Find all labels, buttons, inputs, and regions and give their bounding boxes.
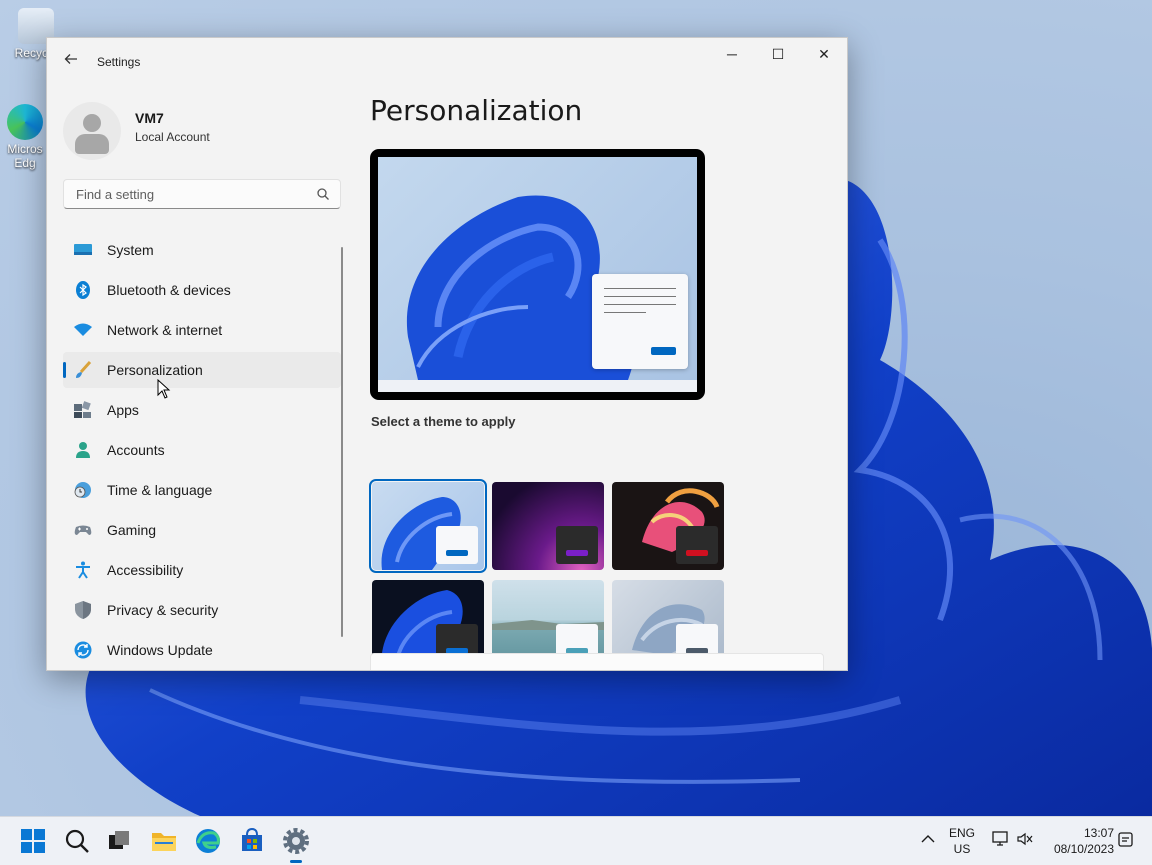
network-icon	[992, 831, 1008, 846]
shield-icon	[75, 601, 91, 619]
sidebar-item-label: Accounts	[107, 442, 165, 458]
search-icon	[65, 829, 89, 853]
sidebar-item-label: Time & language	[107, 482, 213, 498]
sidebar-item-label: Privacy & security	[107, 602, 219, 618]
preview-taskbar	[378, 380, 697, 392]
store-button[interactable]	[236, 825, 268, 857]
sidebar-item-label: Gaming	[107, 522, 157, 538]
apps-icon	[74, 401, 91, 418]
update-icon	[74, 641, 92, 659]
brush-icon	[76, 361, 92, 378]
settings-card[interactable]	[370, 653, 824, 670]
theme-glow[interactable]	[492, 482, 604, 570]
mouse-cursor-icon	[157, 379, 171, 399]
accessibility-icon	[76, 561, 90, 579]
language-indicator[interactable]: ENG US	[944, 825, 980, 857]
profile-name: VM7	[135, 110, 164, 126]
profile-account-type: Local Account	[135, 130, 210, 144]
store-icon	[242, 827, 262, 851]
keyboard-region: US	[953, 842, 971, 856]
search-icon	[317, 188, 329, 200]
notification-icon	[1118, 832, 1133, 847]
sidebar-item-system[interactable]: System	[63, 232, 341, 268]
sidebar-scrollbar[interactable]	[341, 247, 343, 637]
sidebar-item-time-language[interactable]: Time & language	[63, 472, 341, 508]
sidebar-item-bluetooth[interactable]: Bluetooth & devices	[63, 272, 341, 308]
desktop-icon-label: Micros Edg	[7, 142, 43, 170]
edge-icon	[196, 829, 220, 853]
sidebar-item-privacy[interactable]: Privacy & security	[63, 592, 341, 628]
settings-taskbar-button[interactable]	[280, 825, 312, 863]
sidebar-item-label: System	[107, 242, 154, 258]
close-button[interactable]: ✕	[801, 38, 847, 70]
theme-captured-motion[interactable]	[612, 482, 724, 570]
minimize-button[interactable]: ─	[709, 38, 755, 70]
sidebar-item-network[interactable]: Network & internet	[63, 312, 341, 348]
chevron-up-icon	[921, 835, 935, 843]
clock[interactable]: 13:07 08/10/2023	[1044, 825, 1114, 857]
language-code: ENG	[948, 826, 975, 840]
sidebar-item-gaming[interactable]: Gaming	[63, 512, 341, 548]
themes-heading: Select a theme to apply	[371, 414, 516, 429]
preview-dialog	[592, 274, 688, 369]
avatar	[63, 102, 121, 160]
gamepad-icon	[74, 525, 92, 535]
sidebar-item-label: Apps	[107, 402, 139, 418]
start-button[interactable]	[17, 825, 49, 857]
sidebar-item-accessibility[interactable]: Accessibility	[63, 552, 341, 588]
edge-button[interactable]	[192, 825, 224, 857]
speaker-muted-icon	[1017, 832, 1033, 846]
title-bar: Settings ─ ☐ ✕	[47, 38, 847, 86]
arrow-left-icon	[64, 54, 77, 64]
clock-globe-icon	[74, 482, 91, 498]
notifications-button[interactable]	[1116, 831, 1136, 853]
clock-time: 13:07	[1083, 826, 1114, 840]
sidebar-item-label: Network & internet	[107, 322, 223, 338]
monitor-icon	[74, 244, 92, 255]
search-box[interactable]	[63, 179, 341, 209]
wifi-icon	[74, 323, 92, 336]
sidebar-item-accounts[interactable]: Accounts	[63, 432, 341, 468]
back-button[interactable]	[61, 52, 81, 72]
sidebar-nav: System Bluetooth & devices Network & int…	[63, 232, 341, 670]
page-title: Personalization	[370, 94, 583, 127]
network-status[interactable]	[990, 831, 1010, 851]
theme-light-bloom[interactable]	[369, 479, 487, 573]
search-input[interactable]	[74, 186, 308, 203]
gear-icon	[283, 828, 309, 854]
sidebar-item-windows-update[interactable]: Windows Update	[63, 632, 341, 668]
windows-logo-icon	[21, 829, 45, 853]
bluetooth-icon	[76, 281, 90, 299]
file-explorer-button[interactable]	[148, 825, 180, 857]
desktop-icon-edge[interactable]: Micros Edg	[0, 104, 50, 170]
taskbar: ENG US 13:07 08/10/2023	[0, 816, 1152, 865]
sidebar-item-label: Bluetooth & devices	[107, 282, 231, 298]
maximize-button[interactable]: ☐	[755, 38, 801, 70]
window-title: Settings	[97, 55, 141, 69]
sidebar-item-apps[interactable]: Apps	[63, 392, 341, 428]
sidebar-item-personalization[interactable]: Personalization	[63, 352, 341, 388]
taskbar-search-button[interactable]	[61, 825, 93, 857]
selection-indicator	[63, 362, 66, 378]
task-view-icon	[109, 831, 129, 849]
theme-preview	[370, 149, 705, 400]
task-view-button[interactable]	[103, 825, 135, 857]
volume-status[interactable]	[1015, 831, 1035, 851]
person-icon	[76, 442, 90, 458]
sidebar-item-label: Windows Update	[107, 642, 213, 658]
show-hidden-icons-button[interactable]	[918, 831, 938, 851]
edge-icon	[7, 104, 43, 140]
settings-window: Settings ─ ☐ ✕ VM7 Local Account System …	[46, 37, 848, 671]
sidebar-item-label: Accessibility	[107, 562, 184, 578]
folder-icon	[152, 833, 176, 851]
sidebar-item-label: Personalization	[107, 362, 203, 378]
clock-date: 08/10/2023	[1053, 842, 1114, 856]
